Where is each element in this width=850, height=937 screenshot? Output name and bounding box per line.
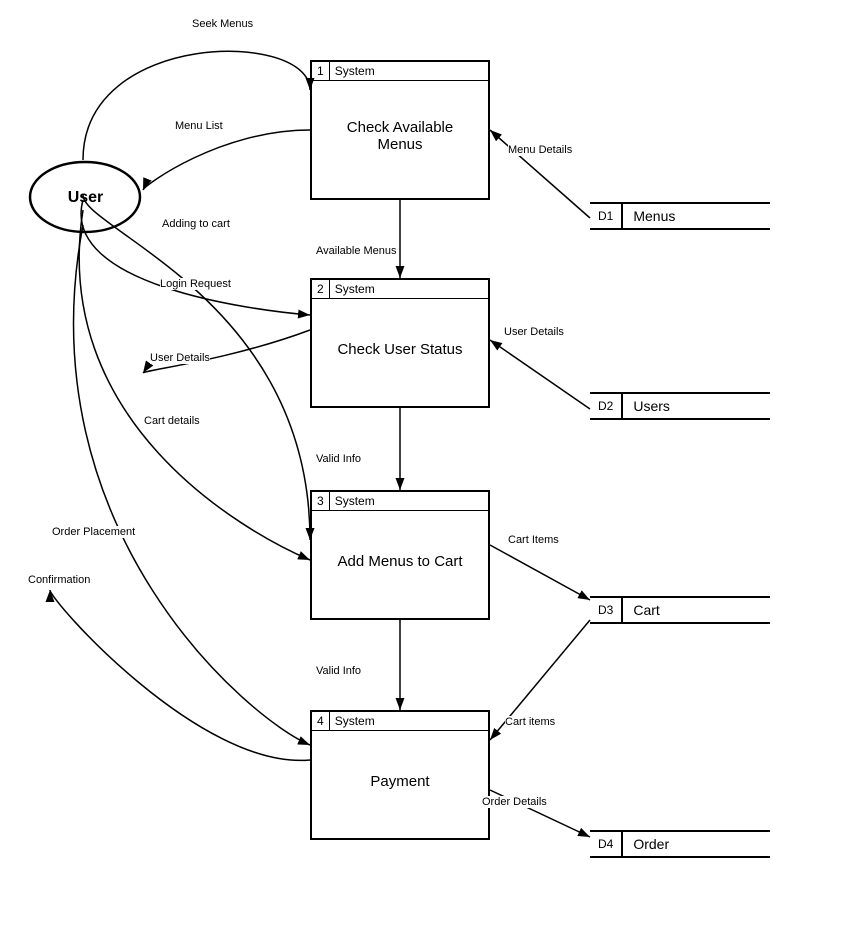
process-2-body: Check User Status [312,299,488,399]
process-2-num: 2 [312,280,330,298]
datastore-order: D4 Order [590,830,770,858]
process-3: 3 System Add Menus to Cart [310,490,490,620]
ds1-name: Menus [623,204,685,228]
label-adding-to-cart: Adding to cart [162,218,230,230]
ds3-name: Cart [623,598,669,622]
datastore-users: D2 Users [590,392,770,420]
label-confirmation: Confirmation [28,574,90,586]
ds2-id: D2 [590,394,623,418]
process-4-body: Payment [312,731,488,831]
label-available-menus: Available Menus [316,245,397,257]
user-label: User [68,189,104,207]
label-valid-info-1: Valid Info [316,453,361,465]
process-4-num: 4 [312,712,330,730]
label-menu-details: Menu Details [508,144,572,156]
process-2: 2 System Check User Status [310,278,490,408]
process-4-sys: System [330,712,380,730]
process-1: 1 System Check AvailableMenus [310,60,490,200]
diagram: User 1 System Check AvailableMenus 2 Sys… [0,0,850,937]
process-1-header: 1 System [312,62,488,81]
process-3-num: 3 [312,492,330,510]
process-3-body: Add Menus to Cart [312,511,488,611]
process-1-sys: System [330,62,380,80]
ds3-id: D3 [590,598,623,622]
ds4-id: D4 [590,832,623,856]
label-menu-list: Menu List [175,120,223,132]
process-3-header: 3 System [312,492,488,511]
label-cart-details: Cart details [144,415,200,427]
process-3-sys: System [330,492,380,510]
label-login-request: Login Request [160,278,231,290]
process-1-body: Check AvailableMenus [312,81,488,191]
user-entity: User [28,160,143,235]
ds4-name: Order [623,832,679,856]
ds1-id: D1 [590,204,623,228]
ds2-name: Users [623,394,680,418]
label-cart-items: Cart Items [508,534,559,546]
label-cart-items-2: Cart items [505,716,555,728]
process-4: 4 System Payment [310,710,490,840]
process-4-header: 4 System [312,712,488,731]
label-seek-menus: Seek Menus [192,18,253,30]
label-user-details-ds: User Details [504,326,564,338]
datastore-cart: D3 Cart [590,596,770,624]
label-valid-info-2: Valid Info [316,665,361,677]
label-order-details: Order Details [482,796,547,808]
label-user-details-flow: User Details [150,352,210,364]
process-2-sys: System [330,280,380,298]
label-order-placement: Order Placement [52,526,135,538]
process-1-num: 1 [312,62,330,80]
process-2-header: 2 System [312,280,488,299]
datastore-menus: D1 Menus [590,202,770,230]
